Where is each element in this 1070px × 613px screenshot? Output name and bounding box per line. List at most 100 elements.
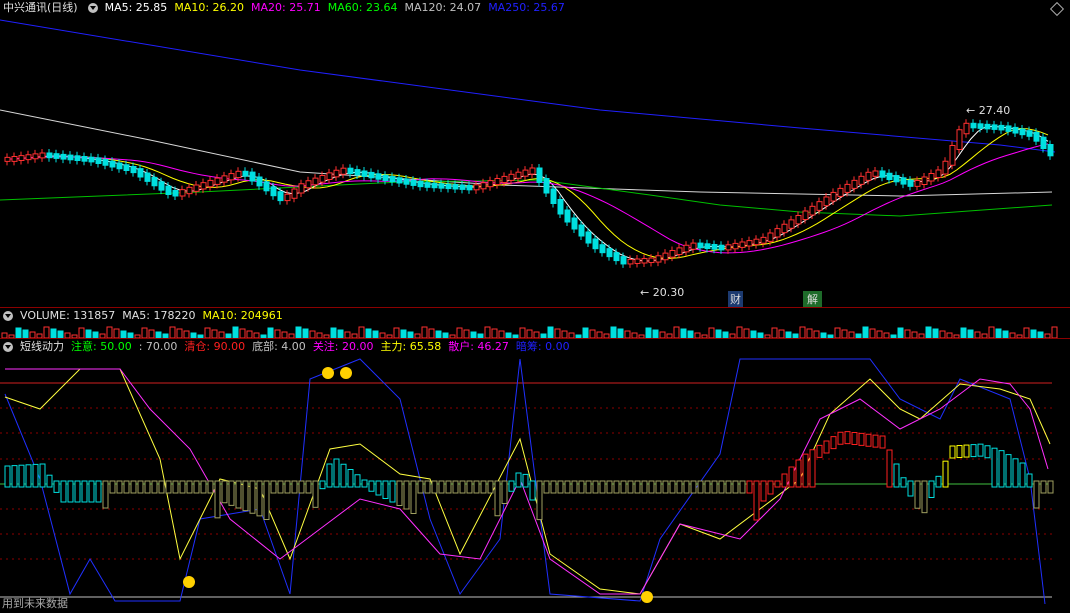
indicator-item-0: 注意: 50.00 bbox=[71, 340, 132, 353]
candle-body bbox=[214, 177, 221, 185]
candle-body bbox=[305, 180, 312, 189]
indicator-bar bbox=[816, 444, 823, 458]
indicator-bar bbox=[326, 463, 333, 488]
price-chart bbox=[0, 19, 1056, 268]
candle-body bbox=[907, 179, 914, 187]
volume-bar bbox=[554, 328, 561, 338]
candle-body bbox=[690, 242, 697, 250]
candle-body bbox=[571, 217, 578, 230]
candle-body bbox=[487, 180, 494, 188]
indicator-bar bbox=[102, 480, 109, 509]
low-value: 20.30 bbox=[652, 286, 685, 299]
indicator-bar bbox=[431, 480, 438, 494]
volume-bar bbox=[435, 330, 442, 338]
price-panel[interactable]: 中兴通讯(日线) MA5: 25.85 MA10: 26.20 MA20: 25… bbox=[0, 0, 1070, 308]
volume-bar bbox=[1030, 329, 1037, 338]
indicator-bar bbox=[123, 480, 130, 494]
indicator-bar bbox=[501, 480, 508, 504]
indicator-bar bbox=[109, 480, 116, 494]
candle-body bbox=[396, 177, 403, 184]
candle-body bbox=[18, 155, 25, 161]
indicator-bar bbox=[676, 480, 683, 494]
indicator-bar bbox=[697, 480, 704, 494]
candle-body bbox=[459, 184, 466, 190]
volume-bar bbox=[330, 327, 337, 338]
indicator-panel[interactable]: 短线动力 注意: 50.00 : 70.00 清仓: 90.00 底部: 4.0… bbox=[0, 339, 1070, 613]
indicator-bar bbox=[564, 480, 571, 494]
indicator-bar bbox=[235, 480, 242, 509]
indicator-bar bbox=[984, 445, 991, 459]
indicator-bar bbox=[781, 473, 788, 488]
indicator-bar bbox=[95, 480, 102, 503]
candle-body bbox=[711, 244, 718, 250]
candle-body bbox=[697, 242, 704, 249]
candle-body bbox=[39, 152, 46, 159]
indicator-bar bbox=[725, 480, 732, 494]
indicator-bar bbox=[529, 480, 536, 501]
candle-body bbox=[277, 191, 284, 202]
indicator-header: 短线动力 注意: 50.00 : 70.00 清仓: 90.00 底部: 4.0… bbox=[0, 339, 577, 355]
candle-body bbox=[95, 157, 102, 164]
finance-marker[interactable]: 财 bbox=[728, 291, 743, 307]
indicator-bar bbox=[305, 480, 312, 494]
indicator-bar bbox=[634, 480, 641, 494]
candle-body bbox=[340, 167, 347, 175]
volume-bar bbox=[715, 329, 722, 338]
indicator-bar bbox=[599, 480, 606, 494]
dropdown-icon[interactable] bbox=[87, 3, 98, 13]
candle-body bbox=[809, 205, 816, 216]
indicator-bar bbox=[956, 445, 963, 459]
indicator-bar bbox=[515, 472, 522, 488]
indicator-bar bbox=[879, 435, 886, 449]
unlock-marker[interactable]: 解 bbox=[803, 291, 822, 307]
indicator-bar bbox=[1019, 462, 1026, 488]
candle-body bbox=[739, 241, 746, 248]
indicator-bar bbox=[221, 480, 228, 504]
candle-body bbox=[606, 248, 613, 258]
volume-bar bbox=[897, 327, 904, 338]
indicator-item-5: 主力: 65.58 bbox=[380, 340, 442, 353]
indicator-bar bbox=[613, 480, 620, 494]
indicator-dropdown-icon[interactable] bbox=[3, 342, 13, 352]
indicator-bar bbox=[802, 453, 809, 488]
volume-bar bbox=[862, 326, 869, 338]
volume-bar bbox=[498, 330, 505, 338]
candle-body bbox=[851, 179, 858, 189]
volume-bar bbox=[246, 330, 253, 338]
candle-body bbox=[788, 219, 795, 229]
volume-panel[interactable]: VOLUME: 131857 MA5: 178220 MA10: 204961 bbox=[0, 308, 1070, 338]
candle-body bbox=[865, 171, 872, 181]
indicator-bar bbox=[270, 480, 277, 494]
indicator-item-6: 散户: 46.27 bbox=[448, 340, 509, 353]
indicator-bar bbox=[718, 480, 725, 494]
candle-body bbox=[242, 170, 249, 177]
volume-bar bbox=[393, 327, 400, 338]
candle-body bbox=[298, 183, 305, 194]
indicator-bar bbox=[606, 480, 613, 494]
volume-bar bbox=[988, 326, 995, 338]
candle-body bbox=[382, 174, 389, 182]
volume-dropdown-icon[interactable] bbox=[3, 311, 13, 321]
indicator-item-2: 清仓: 90.00 bbox=[184, 340, 246, 353]
candle-body bbox=[760, 236, 767, 244]
indicator-bar bbox=[977, 443, 984, 457]
indicator-bar bbox=[578, 480, 585, 494]
high-value: 27.40 bbox=[978, 104, 1011, 117]
ma10-label: MA10: 26.20 bbox=[174, 1, 245, 14]
indicator-bar bbox=[550, 480, 557, 494]
indicator-bar bbox=[921, 480, 928, 514]
indicator-bar bbox=[690, 480, 697, 494]
indicator-bar bbox=[46, 474, 53, 488]
volume-bar bbox=[491, 328, 498, 338]
indicator-bar bbox=[207, 480, 214, 494]
candle-body bbox=[172, 190, 179, 197]
volume-bar bbox=[78, 327, 85, 338]
candle-body bbox=[550, 188, 557, 204]
indicator-bar bbox=[1047, 480, 1054, 494]
indicator-bar bbox=[242, 480, 249, 512]
indicator-bar bbox=[928, 480, 935, 498]
volume-bar bbox=[526, 329, 533, 338]
volume-bar bbox=[806, 328, 813, 338]
candle-body bbox=[781, 223, 788, 234]
candle-body bbox=[508, 173, 515, 181]
